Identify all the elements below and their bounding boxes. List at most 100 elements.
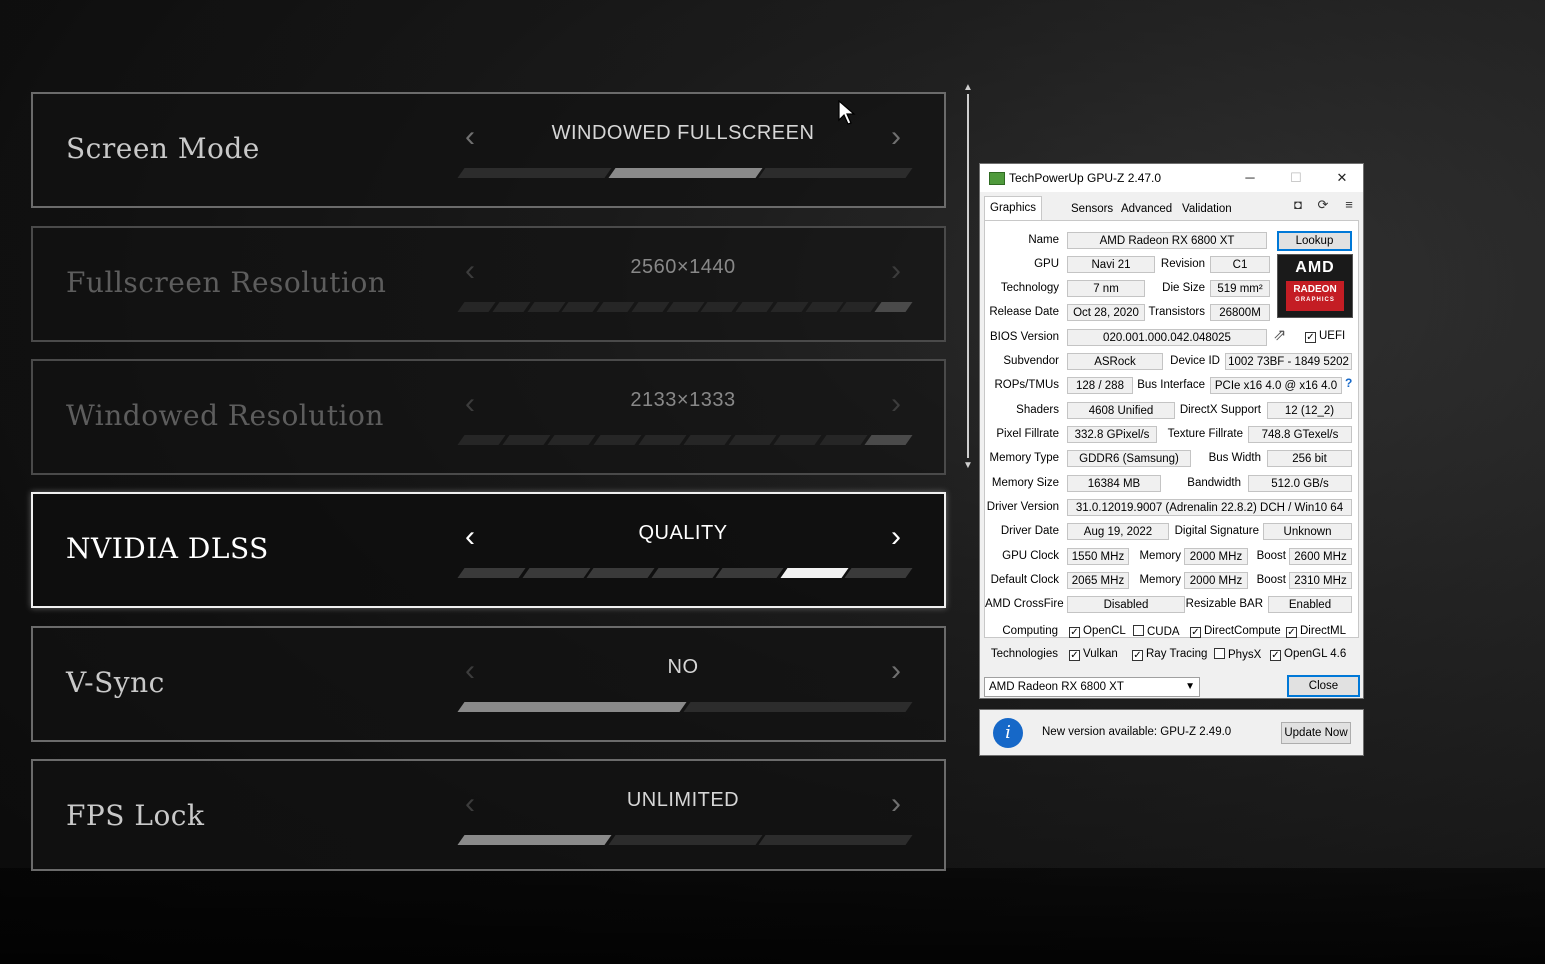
chevron-left-icon[interactable]: ‹ bbox=[458, 256, 482, 286]
chevron-right-icon[interactable]: › bbox=[884, 256, 908, 286]
tab-validation[interactable]: Validation bbox=[1177, 198, 1237, 220]
setting-fps-lock[interactable]: FPS Lock ‹ UNLIMITED › bbox=[31, 759, 946, 871]
technology-label: Technology bbox=[1000, 282, 1059, 294]
physx-checkbox[interactable]: PhysX bbox=[1214, 648, 1261, 661]
default-memory-clock-field: 2000 MHz bbox=[1184, 572, 1248, 589]
setting-value: NO bbox=[667, 656, 699, 678]
option-segment bbox=[593, 435, 642, 445]
maximize-button[interactable]: ☐ bbox=[1282, 168, 1310, 188]
option-segment bbox=[758, 168, 913, 178]
subvendor-label: Subvendor bbox=[1003, 355, 1059, 367]
bios-version-label: BIOS Version bbox=[989, 331, 1059, 343]
chevron-left-icon[interactable]: ‹ bbox=[458, 656, 482, 686]
directml-checkbox[interactable]: ✓ DirectML bbox=[1286, 625, 1346, 638]
gpu-clock-field: 1550 MHz bbox=[1067, 548, 1129, 565]
chevron-right-icon[interactable]: › bbox=[884, 389, 908, 419]
tab-sensors[interactable]: Sensors bbox=[1066, 198, 1118, 220]
option-segment bbox=[805, 302, 843, 312]
option-segment bbox=[819, 435, 868, 445]
share-icon[interactable]: ⇗ bbox=[1273, 325, 1286, 345]
help-icon[interactable]: ? bbox=[1345, 376, 1352, 390]
camera-icon[interactable]: ◘ bbox=[1289, 196, 1307, 214]
opengl-checkbox[interactable]: ✓ OpenGL 4.6 bbox=[1270, 648, 1346, 661]
chevron-right-icon[interactable]: › bbox=[884, 122, 908, 152]
option-segment bbox=[770, 302, 809, 312]
default-clock-label: Default Clock bbox=[990, 574, 1059, 586]
bus-interface-field: PCIe x16 4.0 @ x16 4.0 bbox=[1210, 377, 1342, 394]
option-segment bbox=[586, 568, 655, 578]
chevron-left-icon[interactable]: ‹ bbox=[458, 789, 482, 819]
radeon-logo-text: RADEON bbox=[1293, 284, 1337, 295]
minimize-button[interactable]: ─ bbox=[1236, 168, 1264, 188]
setting-v-sync[interactable]: V-Sync ‹ NO › bbox=[31, 626, 946, 742]
opencl-checkbox[interactable]: ✓ OpenCL bbox=[1069, 625, 1126, 638]
scrollbar-track[interactable] bbox=[967, 94, 969, 458]
settings-scrollbar[interactable]: ▲ ▼ bbox=[963, 83, 973, 471]
option-segment-selected bbox=[874, 302, 913, 312]
bottom-shade bbox=[0, 868, 1545, 964]
checkbox-checked-icon: ✓ bbox=[1069, 627, 1080, 638]
boost-label: Boost bbox=[1256, 574, 1286, 586]
option-segment bbox=[773, 435, 823, 445]
lookup-button[interactable]: Lookup bbox=[1277, 231, 1352, 251]
option-segment bbox=[522, 568, 590, 578]
setting-value: 2560×1440 bbox=[630, 256, 736, 278]
directcompute-checkbox[interactable]: ✓ DirectCompute bbox=[1190, 625, 1281, 638]
boost-label: Boost bbox=[1256, 550, 1286, 562]
gpuz-window: TechPowerUp GPU-Z 2.47.0 ─ ☐ ✕ Graphics … bbox=[979, 163, 1364, 699]
default-clock-field: 2065 MHz bbox=[1067, 572, 1129, 589]
radeon-badge: RADEON GRAPHICS bbox=[1286, 281, 1344, 311]
transistors-field: 26800M bbox=[1210, 304, 1270, 321]
texture-fillrate-field: 748.8 GTexel/s bbox=[1248, 426, 1352, 443]
option-indicator bbox=[457, 835, 913, 845]
gpu-select-dropdown[interactable]: AMD Radeon RX 6800 XT ▼ bbox=[984, 677, 1200, 697]
driver-version-field: 31.0.12019.9007 (Adrenalin 22.8.2) DCH /… bbox=[1067, 499, 1352, 516]
ray-tracing-checkbox[interactable]: ✓ Ray Tracing bbox=[1132, 648, 1207, 661]
uefi-checkbox[interactable]: ✓ UEFI bbox=[1305, 330, 1345, 343]
chevron-right-icon[interactable]: › bbox=[884, 522, 908, 552]
option-segment bbox=[844, 568, 913, 578]
chevron-left-icon[interactable]: ‹ bbox=[458, 389, 482, 419]
amd-crossfire-field: Disabled bbox=[1067, 596, 1185, 613]
mouse-cursor-icon bbox=[838, 100, 856, 125]
option-segment bbox=[547, 435, 597, 445]
vulkan-checkbox[interactable]: ✓ Vulkan bbox=[1069, 648, 1118, 661]
refresh-icon[interactable]: ⟳ bbox=[1314, 196, 1332, 214]
close-button[interactable]: Close bbox=[1287, 675, 1360, 697]
option-segment bbox=[561, 302, 600, 312]
checkbox-checked-icon: ✓ bbox=[1286, 627, 1297, 638]
rops-tmus-field: 128 / 288 bbox=[1067, 377, 1133, 394]
checkbox-checked-icon: ✓ bbox=[1132, 650, 1143, 661]
bandwidth-field: 512.0 GB/s bbox=[1248, 475, 1352, 492]
amd-logo-text: AMD bbox=[1295, 259, 1335, 276]
gpuz-titlebar[interactable]: TechPowerUp GPU-Z 2.47.0 ─ ☐ ✕ bbox=[980, 164, 1363, 192]
die-size-field: 519 mm² bbox=[1210, 280, 1270, 297]
update-now-button[interactable]: Update Now bbox=[1281, 722, 1351, 744]
technology-field: 7 nm bbox=[1067, 280, 1145, 297]
scroll-down-icon[interactable]: ▼ bbox=[962, 461, 974, 471]
setting-value: QUALITY bbox=[638, 522, 728, 544]
chevron-right-icon[interactable]: › bbox=[884, 789, 908, 819]
resizable-bar-field: Enabled bbox=[1268, 596, 1352, 613]
option-segment bbox=[502, 435, 551, 445]
checkbox-checked-icon: ✓ bbox=[1270, 650, 1281, 661]
option-segment bbox=[651, 568, 719, 578]
tab-advanced[interactable]: Advanced bbox=[1116, 198, 1177, 220]
setting-label: Screen Mode bbox=[66, 132, 260, 165]
tab-graphics-card[interactable]: Graphics Card bbox=[984, 196, 1043, 236]
setting-fullscreen-resolution[interactable]: Fullscreen Resolution ‹ 2560×1440 › bbox=[31, 226, 946, 342]
setting-nvidia-dlss[interactable]: NVIDIA DLSS ‹ QUALITY › bbox=[31, 492, 946, 608]
setting-screen-mode[interactable]: Screen Mode ‹ WINDOWED FULLSCREEN › bbox=[31, 92, 946, 208]
checkbox-checked-icon: ✓ bbox=[1190, 627, 1201, 638]
close-window-button[interactable]: ✕ bbox=[1328, 168, 1356, 188]
chevron-left-icon[interactable]: ‹ bbox=[458, 122, 482, 152]
chevron-right-icon[interactable]: › bbox=[884, 656, 908, 686]
setting-windowed-resolution[interactable]: Windowed Resolution ‹ 2133×1333 › bbox=[31, 359, 946, 475]
menu-icon[interactable]: ≡ bbox=[1340, 196, 1358, 214]
option-segment bbox=[700, 302, 739, 312]
directml-label: DirectML bbox=[1300, 625, 1347, 637]
cuda-checkbox[interactable]: CUDA bbox=[1133, 625, 1180, 638]
scroll-up-icon[interactable]: ▲ bbox=[962, 83, 974, 93]
chevron-left-icon[interactable]: ‹ bbox=[458, 522, 482, 552]
update-message: New version available: GPU-Z 2.49.0 bbox=[1042, 726, 1232, 738]
